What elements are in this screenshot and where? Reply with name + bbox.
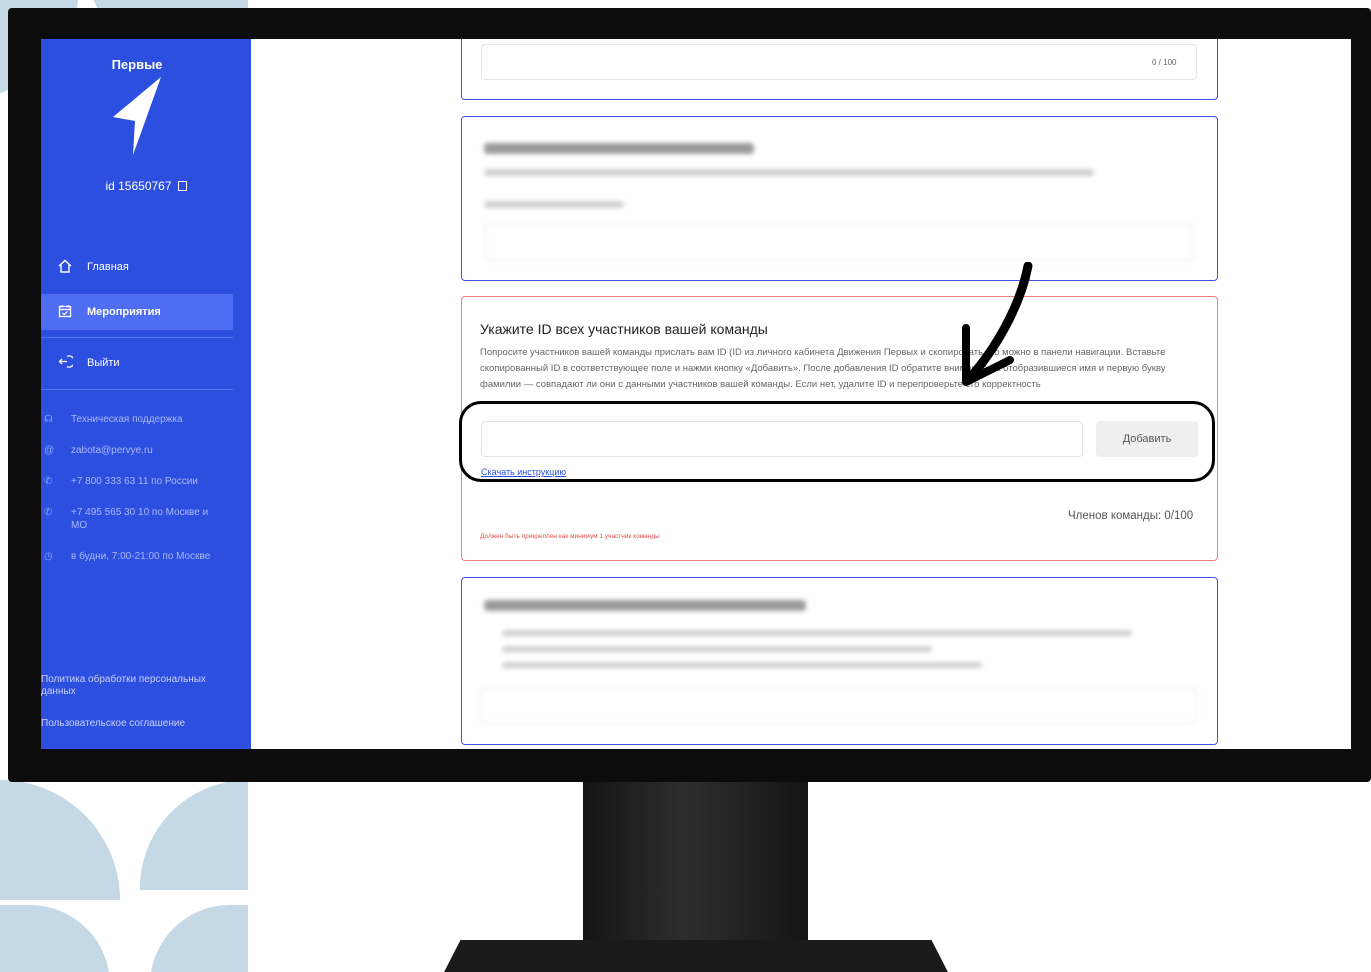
user-id-row: id 15650767 xyxy=(41,179,251,193)
divider xyxy=(41,389,233,390)
contact-hours: ◷ в будни, 7:00-21:00 по Москве xyxy=(41,550,233,563)
contact-text: в будни, 7:00-21:00 по Москве xyxy=(71,551,211,562)
annotation-arrow-icon xyxy=(962,262,1033,386)
contact-phone-russia[interactable]: ✆ +7 800 333 63 11 по России xyxy=(41,475,233,488)
highlight-oval xyxy=(459,401,1215,482)
decor-shape xyxy=(140,780,248,890)
decor-shape xyxy=(0,780,120,900)
decor-shape xyxy=(0,905,110,972)
sidebar: Первые id 15650767 Главная Мероприятия В… xyxy=(41,39,251,749)
report-input[interactable] xyxy=(481,688,1197,724)
contact-support[interactable]: ☊ Техническая поддержка xyxy=(41,413,233,426)
contact-phone-moscow[interactable]: ✆ +7 495 565 30 10 по Москве и МО xyxy=(41,506,233,532)
char-counter: 0 / 100 xyxy=(1152,58,1177,67)
members-count: Членов команды: 0/100 xyxy=(1068,510,1194,522)
user-agreement-link[interactable]: Пользовательское соглашение xyxy=(41,718,231,730)
nav-label: Главная xyxy=(87,261,129,273)
team-ids-description: Попросите участников вашей команды присл… xyxy=(480,347,1166,390)
contact-text: Техническая поддержка xyxy=(71,414,183,425)
contact-text: +7 495 565 30 10 по Москве и МО xyxy=(71,507,209,531)
stage: Первые id 15650767 Главная Мероприятия В… xyxy=(0,0,1371,972)
logo-arrow-icon xyxy=(113,77,161,155)
headphones-icon: ☊ xyxy=(44,414,53,425)
home-icon xyxy=(51,259,79,276)
error-message: Должен быть прикреплен как минимум 1 уча… xyxy=(480,533,660,540)
nav-label: Мероприятия xyxy=(87,306,161,318)
copy-icon[interactable] xyxy=(177,181,187,191)
monitor-stand xyxy=(583,782,808,940)
monitor-screen: Первые id 15650767 Главная Мероприятия В… xyxy=(41,39,1351,749)
logo-text: Первые xyxy=(111,57,163,72)
nav-events[interactable]: Мероприятия xyxy=(41,294,233,330)
format-input[interactable] xyxy=(484,225,1194,261)
divider xyxy=(41,337,233,338)
decor-shape xyxy=(150,905,248,972)
nav-logout[interactable]: Выйти xyxy=(41,345,120,381)
phone-icon: ✆ xyxy=(44,476,53,487)
at-icon: @ xyxy=(44,445,55,456)
format-card xyxy=(461,116,1218,281)
privacy-policy-link[interactable]: Политика обработки персональных данных xyxy=(41,674,231,698)
clock-icon: ◷ xyxy=(44,551,53,562)
logout-icon xyxy=(51,354,79,372)
monitor-base xyxy=(440,940,952,972)
calendar-icon xyxy=(51,304,79,321)
text-input[interactable] xyxy=(481,44,1197,80)
user-id: id 15650767 xyxy=(105,179,172,193)
team-ids-title: Укажите ID всех участников вашей команды xyxy=(480,321,768,337)
nav-label: Выйти xyxy=(87,357,120,369)
text-field-card: 0 / 100 xyxy=(461,39,1218,100)
phone-icon: ✆ xyxy=(44,507,53,518)
nav-home[interactable]: Главная xyxy=(41,249,129,285)
contact-email[interactable]: @ zabota@pervye.ru xyxy=(41,444,233,457)
contact-text: +7 800 333 63 11 по России xyxy=(71,476,198,487)
report-card xyxy=(461,577,1218,745)
contact-text: zabota@pervye.ru xyxy=(71,445,153,456)
